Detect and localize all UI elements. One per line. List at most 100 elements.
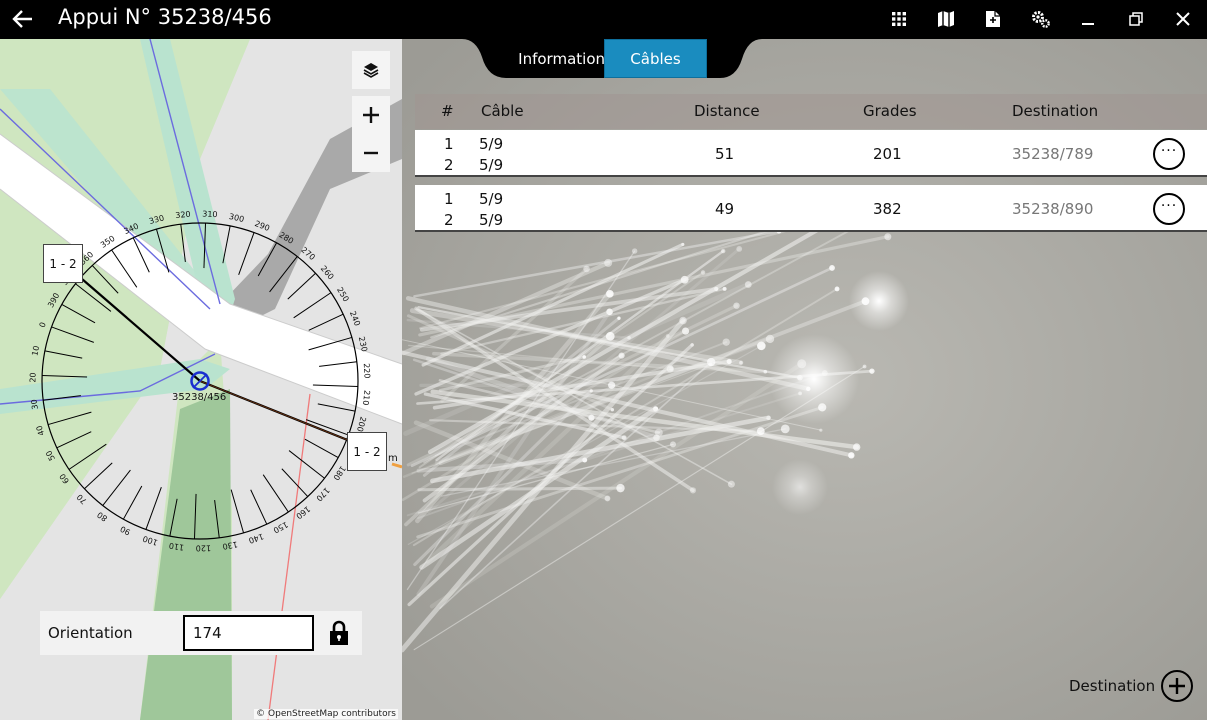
protractor-tick [68, 443, 107, 470]
fiber-tip [834, 286, 840, 292]
fiber-tip [604, 495, 611, 502]
cell-destination[interactable]: 35238/789 [1012, 145, 1093, 163]
fiber-tip [780, 424, 790, 434]
cable-label[interactable]: 1 - 2 [43, 244, 83, 283]
page-title: Appui N° 35238/456 [58, 5, 272, 29]
cell-num: 2 [444, 156, 454, 174]
protractor-tick-label: 290 [253, 219, 271, 233]
zoom-in-icon [363, 107, 379, 123]
fiber-tip [679, 316, 687, 325]
document-button[interactable] [978, 4, 1008, 34]
close-button[interactable] [1168, 4, 1198, 34]
protractor-tick [269, 256, 298, 293]
protractor-tick-label: 320 [175, 210, 191, 221]
protractor-tick [169, 498, 178, 537]
zoom-in-button[interactable] [352, 96, 390, 134]
restore-button[interactable] [1121, 4, 1151, 34]
cable-label[interactable]: 1 - 2 [347, 432, 387, 471]
protractor-tick [155, 228, 170, 273]
protractor-tick-label: 340 [122, 222, 140, 236]
details-pane: Informations Câbles # Câble Distance Gra… [402, 39, 1207, 720]
protractor-tick-label: 390 [46, 291, 61, 309]
cell-grades: 382 [873, 200, 902, 218]
protractor-tick-label: 240 [348, 310, 362, 328]
protractor-tick-label: 0 [38, 321, 48, 329]
protractor-tick [102, 469, 131, 506]
fiber-tip [766, 415, 771, 421]
protractor-tick [51, 326, 94, 343]
protractor-tick [257, 242, 278, 277]
title-bar: Appui N° 35238/456 [0, 0, 1207, 39]
fiber-tip [700, 270, 706, 275]
protractor-tick-label: 130 [222, 539, 239, 551]
protractor-tick [304, 438, 339, 459]
grid-button[interactable] [884, 4, 914, 34]
protractor-tick [180, 224, 186, 262]
map-view[interactable]: 3703603503403303203103002902802702602502… [0, 39, 402, 720]
more-options-button[interactable]: ··· [1153, 138, 1185, 170]
back-button[interactable] [8, 4, 38, 34]
fiber-tip [610, 407, 615, 412]
add-destination-label: Destination [1069, 677, 1156, 695]
cell-grades: 201 [873, 145, 902, 163]
fiber-tip [617, 316, 621, 320]
protractor-tick [56, 431, 92, 449]
fiber-tip [690, 343, 694, 347]
settings-button[interactable] [1026, 4, 1056, 34]
protractor-tick [44, 350, 83, 359]
protractor-tick [214, 500, 220, 538]
lock-button[interactable] [326, 617, 352, 649]
protractor-tick-label: 200 [355, 416, 368, 433]
fiber-tip [706, 357, 716, 367]
orientation-input[interactable] [183, 615, 314, 651]
column-header-grades: Grades [863, 102, 917, 120]
tab-cables[interactable]: Câbles [604, 39, 707, 78]
protractor-tick-label: 150 [272, 520, 290, 535]
fiber-strand [417, 486, 622, 492]
protractor-tick [293, 292, 332, 319]
protractor-tick-label: 110 [168, 541, 184, 552]
fiber-tip [618, 352, 625, 359]
cable-line [81, 278, 201, 382]
table-row[interactable]: 1 2 5/9 5/9 51 201 35238/789 ··· [415, 130, 1207, 177]
cell-destination[interactable]: 35238/890 [1012, 200, 1093, 218]
protractor-tick [222, 225, 231, 264]
column-header-num: # [441, 102, 454, 120]
protractor-tick-label: 10 [30, 345, 41, 357]
protractor-tick [47, 411, 92, 426]
add-destination-button[interactable]: Destination [1069, 669, 1194, 703]
protractor-tick-label: 40 [35, 424, 47, 436]
protractor-tick-label: 310 [202, 209, 218, 219]
zoom-out-button[interactable] [352, 134, 390, 172]
fiber-tip [819, 428, 823, 432]
map-attribution[interactable]: © OpenStreetMap contributors [254, 709, 398, 719]
protractor-tick-label: 140 [247, 532, 264, 546]
protractor-tick-label: 280 [277, 230, 295, 246]
fiber-tip [756, 427, 765, 436]
protractor-tick-label: 80 [96, 510, 110, 523]
protractor-tick [230, 489, 245, 534]
protractor-tick-label: 30 [29, 399, 39, 410]
grid-icon [892, 12, 906, 26]
back-icon [12, 10, 32, 28]
fiber-tip [689, 487, 697, 494]
orientation-label: Orientation [48, 624, 133, 642]
minimize-button[interactable] [1073, 4, 1103, 34]
layers-button[interactable] [352, 51, 390, 89]
zoom-out-icon [364, 151, 378, 155]
protractor-tick [132, 237, 150, 273]
protractor-tick [193, 493, 197, 539]
protractor-tick [84, 462, 113, 490]
more-icon: ··· [1160, 198, 1178, 214]
support-label: 35238/456 [172, 392, 227, 403]
fiber-tip [606, 290, 614, 298]
protractor-tick [91, 265, 119, 294]
fiber-tip [852, 443, 861, 451]
cell-distance: 51 [715, 145, 735, 163]
layers-icon [363, 63, 379, 78]
table-row[interactable]: 1 2 5/9 5/9 49 382 35238/890 ··· [415, 185, 1207, 232]
more-options-button[interactable]: ··· [1153, 193, 1185, 225]
protractor-tick [111, 249, 138, 288]
fiber-tip [608, 381, 616, 389]
map-button[interactable] [931, 4, 961, 34]
